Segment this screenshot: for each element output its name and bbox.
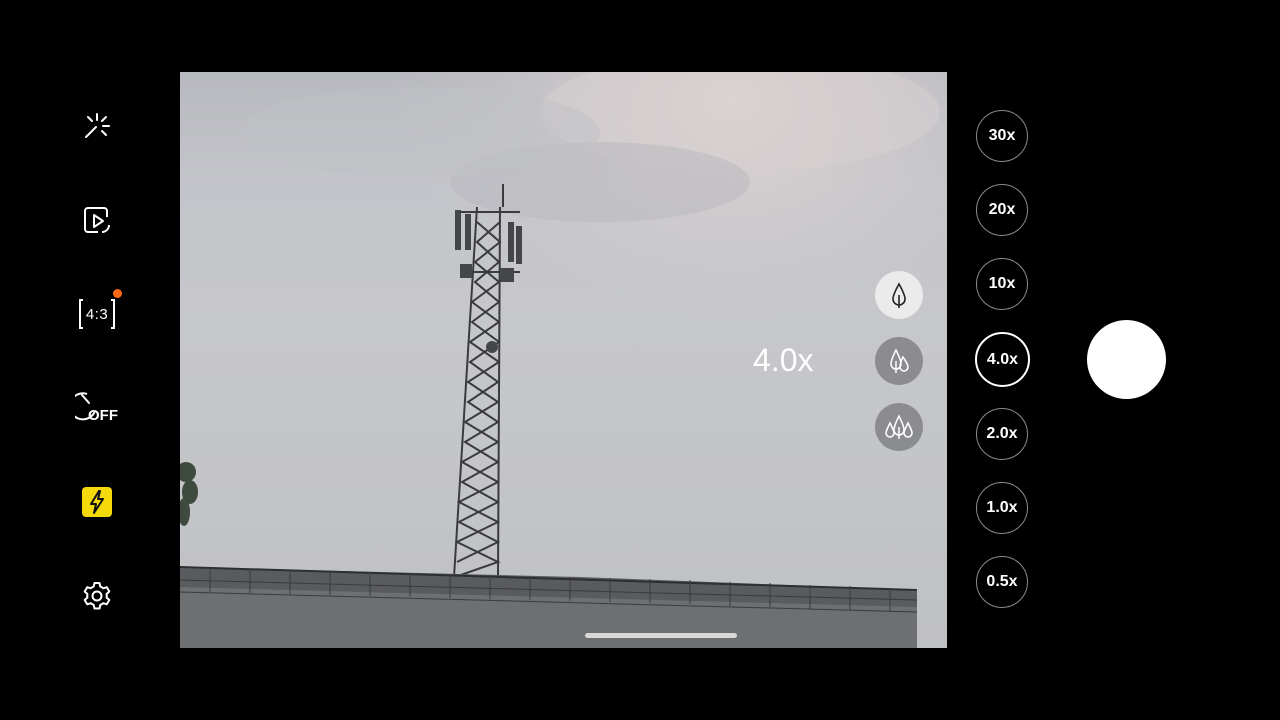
zoom-20x-button[interactable]: 20x — [976, 184, 1028, 236]
depth-option-1[interactable] — [875, 271, 923, 319]
motion-photo-icon — [84, 207, 110, 233]
two-trees-icon — [890, 348, 909, 373]
depth-option-2[interactable] — [875, 337, 923, 385]
zoom-30x-button[interactable]: 30x — [976, 110, 1028, 162]
sparkle-icon — [85, 113, 110, 138]
flash-button[interactable] — [72, 477, 122, 527]
zoom-1x-button[interactable]: 1.0x — [976, 482, 1028, 534]
three-trees-icon — [885, 414, 913, 439]
motion-photo-button[interactable] — [72, 195, 122, 245]
zoom-10x-button[interactable]: 10x — [976, 258, 1028, 310]
left-control-bar: 4:3 OFF — [0, 0, 180, 720]
timer-label: OFF — [88, 407, 118, 424]
flash-icon — [82, 487, 112, 517]
zoom-level-readout: 4.0x — [753, 342, 814, 378]
timer-button[interactable]: OFF — [72, 383, 122, 433]
shutter-button[interactable] — [1087, 320, 1166, 399]
aspect-ratio-button[interactable]: 4:3 — [72, 289, 122, 339]
scene-preview — [180, 72, 947, 648]
camera-viewfinder[interactable]: 4.0x — [180, 72, 947, 648]
effects-button[interactable] — [72, 101, 122, 151]
depth-option-3[interactable] — [875, 403, 923, 451]
aspect-ratio-label: 4:3 — [85, 305, 109, 323]
new-badge — [113, 289, 122, 298]
settings-button[interactable] — [72, 571, 122, 621]
single-tree-icon — [892, 282, 906, 308]
gear-icon — [83, 582, 111, 610]
home-indicator[interactable] — [585, 633, 737, 638]
zoom-2x-button[interactable]: 2.0x — [976, 408, 1028, 460]
zoom-4x-button[interactable]: 4.0x — [975, 332, 1030, 387]
zoom-0-5x-button[interactable]: 0.5x — [976, 556, 1028, 608]
